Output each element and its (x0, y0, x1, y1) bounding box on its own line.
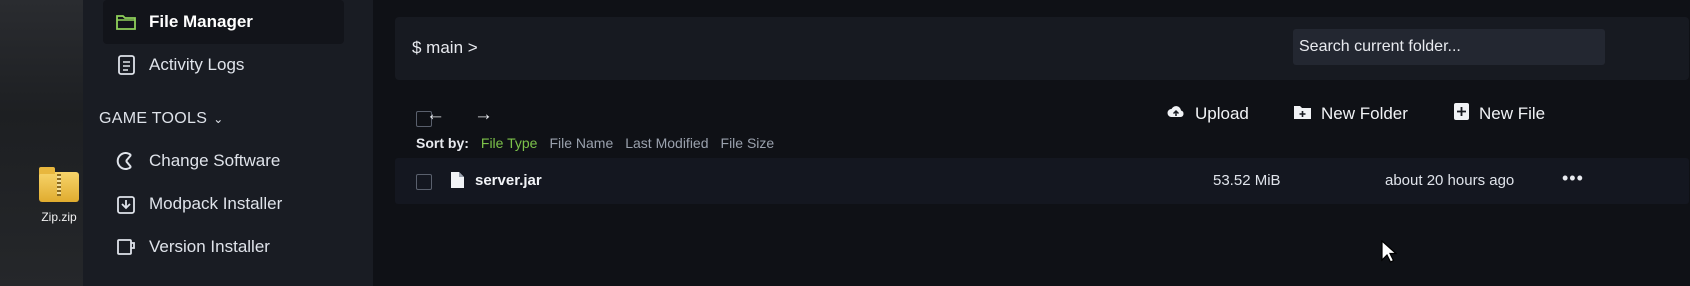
search-input[interactable] (1293, 29, 1605, 65)
sidebar-item-version-installer[interactable]: Version Installer (103, 225, 344, 269)
file-row-checkbox[interactable] (416, 174, 432, 190)
new-folder-label: New Folder (1321, 104, 1408, 123)
sort-option-file-name[interactable]: File Name (549, 135, 613, 151)
new-folder-button[interactable]: New Folder (1294, 102, 1408, 126)
sidebar-item-modpack-installer[interactable]: Modpack Installer (103, 182, 344, 226)
sidebar-item-change-software[interactable]: Change Software (103, 139, 344, 183)
breadcrumb[interactable]: $ main > (412, 38, 478, 58)
download-icon (115, 193, 137, 215)
document-icon (115, 54, 137, 76)
sort-label: Sort by: (416, 135, 469, 151)
software-icon (115, 150, 137, 172)
sort-option-file-size[interactable]: File Size (721, 135, 775, 151)
sort-option-file-type[interactable]: File Type (481, 135, 538, 151)
new-folder-icon (1294, 104, 1311, 124)
section-title-game-tools[interactable]: GAME TOOLS ⌄ (99, 110, 224, 128)
cup-icon (115, 236, 137, 258)
sidebar-item-file-manager[interactable]: File Manager (103, 0, 344, 44)
upload-icon (1167, 104, 1185, 125)
file-icon (451, 172, 464, 193)
sort-option-last-modified[interactable]: Last Modified (625, 135, 708, 151)
file-modified: about 20 hours ago (1385, 172, 1515, 189)
more-options-icon[interactable]: ••• (1562, 168, 1584, 189)
new-file-label: New File (1479, 104, 1546, 123)
file-name[interactable]: server.jar (475, 172, 542, 189)
upload-button[interactable]: Upload (1167, 102, 1249, 126)
sidebar-item-label: Change Software (149, 151, 281, 170)
folder-icon (115, 11, 137, 33)
desktop-zip-file[interactable]: Zip.zip (34, 167, 84, 224)
mouse-cursor-icon (1381, 239, 1398, 269)
new-file-icon (1454, 103, 1469, 125)
sidebar: File Manager Activity Logs GAME TOOLS ⌄ … (83, 0, 373, 286)
section-title-label: GAME TOOLS (99, 110, 208, 127)
new-file-button[interactable]: New File (1454, 102, 1545, 126)
desktop-background: Zip.zip (0, 0, 83, 286)
desktop-zip-label: Zip.zip (41, 210, 77, 224)
back-arrow-icon[interactable]: ← (426, 105, 446, 125)
sidebar-item-label: Modpack Installer (149, 194, 283, 213)
sidebar-item-label: File Manager (149, 12, 253, 31)
file-row[interactable]: server.jar 53.52 MiB about 20 hours ago … (395, 158, 1689, 204)
zip-folder-icon (39, 167, 79, 202)
sidebar-item-label: Activity Logs (149, 55, 245, 74)
sort-bar: Sort by: File Type File Name Last Modifi… (416, 135, 774, 151)
sidebar-item-activity-logs[interactable]: Activity Logs (103, 43, 344, 87)
forward-arrow-icon[interactable]: → (474, 105, 494, 125)
file-manager-main: $ main > ← → Upload New Folder New File … (373, 0, 1690, 286)
sidebar-item-label: Version Installer (149, 237, 270, 256)
file-size: 53.52 MiB (1213, 172, 1281, 189)
chevron-down-icon: ⌄ (213, 112, 224, 126)
upload-label: Upload (1195, 104, 1249, 123)
path-bar: $ main > (395, 17, 1689, 80)
